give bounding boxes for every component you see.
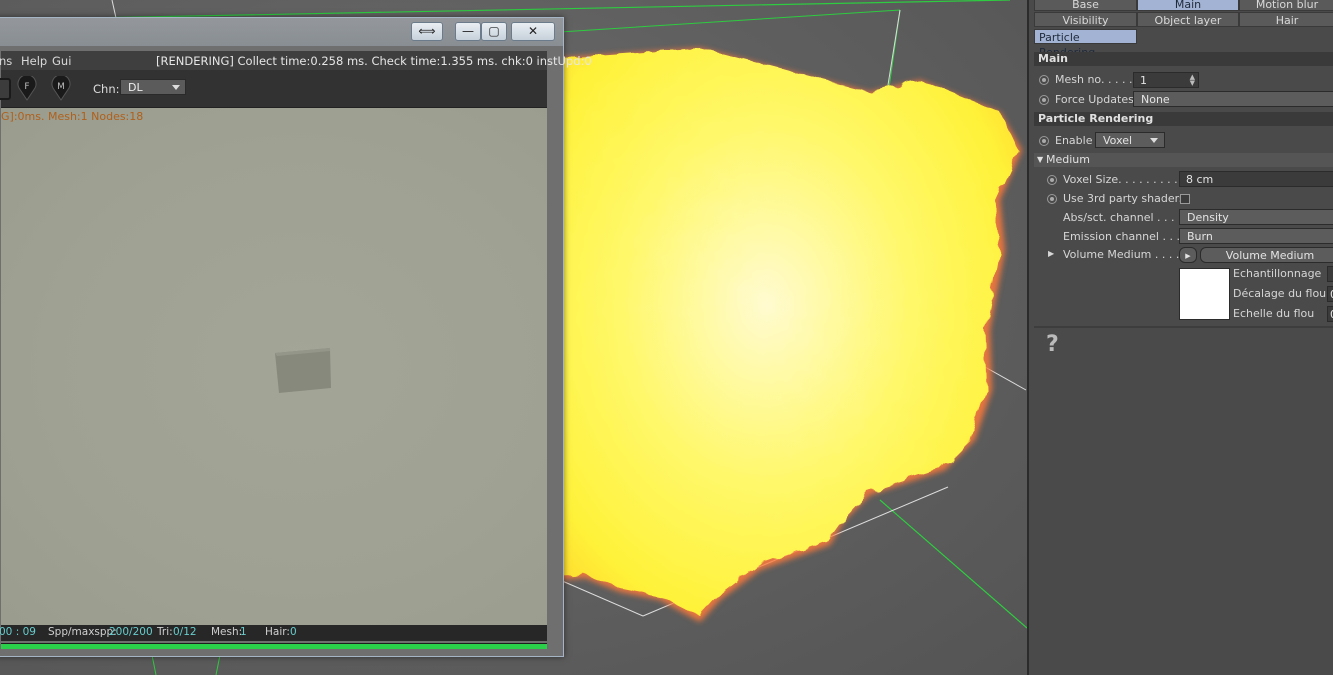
mesh-no-label: Mesh no. . . . . . — [1055, 73, 1140, 86]
abs-channel-label: Abs/sct. channel . . . . — [1063, 211, 1182, 224]
mesh-no-animate-icon[interactable] — [1039, 75, 1049, 85]
channel-select[interactable]: DL — [120, 79, 186, 95]
stepper-icon[interactable]: ▲ ▼ — [1190, 74, 1195, 87]
tri-label: Tri: — [157, 626, 173, 638]
hair-value: 0 — [290, 626, 297, 638]
caret-down-icon: ▼ — [1037, 155, 1044, 164]
decalage-field[interactable]: 0 — [1327, 286, 1333, 302]
enable-select[interactable]: Voxel — [1095, 132, 1165, 148]
volume-medium-label: Volume Medium . . . . — [1063, 248, 1180, 261]
voxel-size-field[interactable]: 8 cm — [1179, 171, 1333, 187]
force-updates-animate-icon[interactable] — [1039, 95, 1049, 105]
focus-pin-icon[interactable]: F — [16, 76, 38, 102]
spp-label: Spp/maxspp: — [48, 626, 117, 638]
mesh-label: Mesh: — [211, 626, 243, 638]
help-icon[interactable]: ? — [1046, 332, 1059, 357]
mesh-value: 1 — [240, 626, 247, 638]
voxel-size-value: 8 cm — [1186, 173, 1214, 186]
region-icon[interactable] — [0, 78, 11, 100]
svg-text:F: F — [24, 82, 29, 92]
voxel-size-animate-icon[interactable] — [1047, 175, 1057, 185]
third-party-animate-icon[interactable] — [1047, 194, 1057, 204]
render-preview-cube — [275, 348, 331, 393]
force-updates-label: Force Updates — [1055, 93, 1134, 106]
force-updates-select[interactable]: None — [1133, 91, 1333, 107]
render-status-text: [RENDERING] Collect time:0.258 ms. Check… — [156, 54, 592, 68]
menu-item-gui[interactable]: Gui — [52, 54, 71, 68]
echantillonnage-label: Echantillonnage — [1233, 267, 1322, 280]
voxel-size-label: Voxel Size. . . . . . . . . . — [1063, 173, 1185, 186]
enable-animate-icon[interactable] — [1039, 136, 1049, 146]
channel-select-value: DL — [128, 81, 143, 94]
chevron-down-icon — [1150, 138, 1158, 143]
channel-label: Chn: — [93, 82, 120, 96]
echelle-label: Echelle du flou — [1233, 307, 1315, 320]
abs-channel-value: Density — [1187, 211, 1229, 224]
maximize-button[interactable]: ▢ — [481, 22, 507, 41]
tab-base[interactable]: Base — [1034, 0, 1137, 11]
resize-button[interactable]: ⟺ — [411, 22, 443, 41]
minimize-button[interactable]: — — [455, 22, 481, 41]
volume-medium-button[interactable]: Volume Medium — [1200, 247, 1333, 263]
svg-text:M: M — [57, 82, 65, 92]
render-progress-bar — [1, 643, 547, 649]
force-updates-value: None — [1141, 93, 1170, 106]
close-button[interactable]: ✕ — [511, 22, 555, 41]
tab-motion-blur[interactable]: Motion blur — [1239, 0, 1333, 11]
viewer-statusbar: 00 : 09 Spp/maxspp: 200/200 Tri: 0/12 Me… — [0, 625, 547, 641]
section-divider — [1034, 326, 1333, 328]
tab-visibility[interactable]: Visibility — [1034, 12, 1137, 27]
caret-right-icon[interactable]: ▶ — [1048, 249, 1054, 258]
viewer-toolbar: F M Chn: DL — [0, 70, 547, 108]
tab-main[interactable]: Main — [1137, 0, 1239, 11]
viewer-menubar: ns Help Gui [RENDERING] Collect time:0.2… — [0, 51, 592, 70]
attribute-manager: Base Main Motion blur Visibility Object … — [1027, 0, 1333, 675]
decalage-label: Décalage du flou — [1233, 287, 1327, 300]
third-party-label: Use 3rd party shaders — [1063, 192, 1185, 205]
render-time: 00 : 09 — [0, 626, 36, 638]
tab-object-layer[interactable]: Object layer — [1137, 12, 1239, 27]
emission-channel-label: Emission channel . . . — [1063, 230, 1180, 243]
medium-group[interactable]: ▼ Medium — [1034, 153, 1333, 167]
spp-value: 200/200 — [109, 626, 153, 638]
emission-channel-select[interactable]: Burn — [1179, 228, 1333, 244]
tab-hair[interactable]: Hair — [1239, 12, 1333, 27]
chevron-down-icon — [172, 85, 180, 90]
echantillonnage-field[interactable] — [1327, 266, 1333, 282]
render-info-text: G]:0ms. Mesh:1 Nodes:18 — [1, 110, 144, 123]
echelle-field[interactable]: 0 — [1327, 306, 1333, 322]
menu-item-help[interactable]: Help — [21, 54, 47, 68]
tab-particle-rendering[interactable]: Particle Rendering — [1034, 29, 1137, 59]
mesh-no-value: 1 — [1140, 74, 1147, 87]
abs-channel-select[interactable]: Density — [1179, 209, 1333, 225]
enable-value: Voxel — [1103, 134, 1133, 147]
mesh-no-field[interactable]: 1 ▲ ▼ — [1133, 72, 1199, 88]
medium-label: Medium — [1046, 153, 1090, 166]
third-party-checkbox[interactable] — [1180, 194, 1190, 204]
menu-item-ns[interactable]: ns — [0, 54, 12, 68]
emission-channel-value: Burn — [1187, 230, 1213, 243]
medium-preview-swatch[interactable] — [1179, 268, 1230, 320]
section-main: Main — [1034, 52, 1333, 66]
hair-label: Hair: — [265, 626, 290, 638]
section-particle-rendering: Particle Rendering — [1034, 112, 1333, 126]
live-viewer-window[interactable]: ⟺ — ▢ ✕ ns Help Gui [RENDERING] Collect … — [0, 17, 592, 657]
render-canvas[interactable]: G]:0ms. Mesh:1 Nodes:18 — [1, 108, 547, 625]
material-pin-icon[interactable]: M — [50, 76, 72, 102]
volume-medium-expand-icon[interactable]: ▶ — [1179, 247, 1197, 263]
enable-label: Enable — [1055, 134, 1093, 147]
tri-value: 0/12 — [173, 626, 197, 638]
